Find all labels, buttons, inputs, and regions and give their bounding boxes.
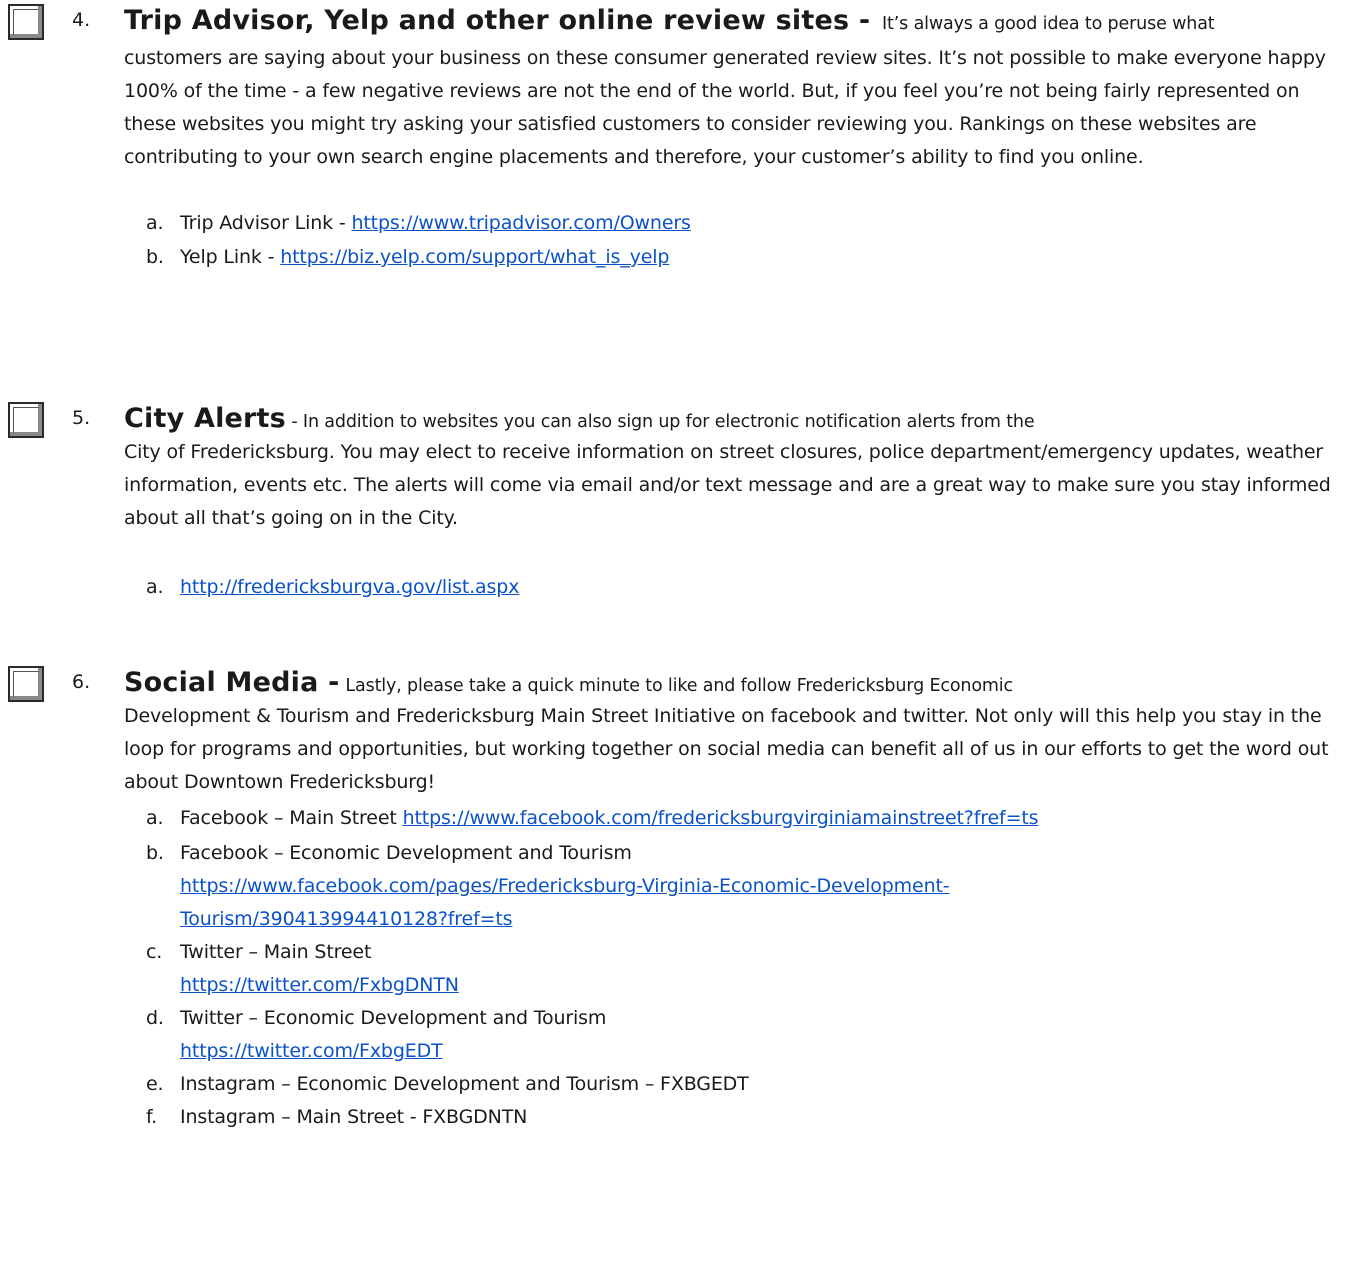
list-item-label: Twitter – Main Street — [180, 941, 372, 963]
list-item: e. Instagram – Economic Development and … — [146, 1073, 749, 1095]
section-heading: City Alerts — [124, 403, 286, 434]
list-item: a. Facebook – Main Street https://www.fa… — [146, 807, 1039, 829]
checkbox-section-6[interactable] — [8, 666, 44, 702]
list-item: b. Facebook – Economic Development and T… — [146, 837, 1350, 936]
section-heading: Social Media - — [124, 667, 340, 698]
city-alerts-link[interactable]: http://fredericksburgva.gov/list.aspx — [180, 576, 519, 598]
facebook-main-street-link[interactable]: https://www.facebook.com/fredericksburgv… — [403, 807, 1039, 829]
list-item-label: Facebook – Economic Development and Tour… — [180, 842, 632, 864]
list-item-label: Instagram – Economic Development and Tou… — [180, 1073, 749, 1095]
section-intro: - In addition to websites you can also s… — [285, 412, 1035, 432]
section-number: 4. — [72, 9, 91, 31]
section-paragraph: City of Fredericksburg. You may elect to… — [124, 441, 1331, 529]
list-item: a. Trip Advisor Link - https://www.tripa… — [146, 212, 691, 234]
document-page: 4. Trip Advisor, Yelp and other online r… — [0, 0, 1359, 1269]
list-item: a. http://fredericksburgva.gov/list.aspx — [146, 576, 520, 598]
list-item-label: Facebook – Main Street — [180, 807, 403, 829]
section-body: Trip Advisor, Yelp and other online revi… — [124, 4, 1346, 41]
list-item-label: Twitter – Economic Development and Touri… — [180, 1007, 607, 1029]
list-item-label: Trip Advisor Link - — [180, 212, 352, 234]
list-item-label: Yelp Link - — [180, 246, 281, 268]
section-intro: Lastly, please take a quick minute to li… — [345, 676, 1013, 696]
section-paragraph: customers are saying about your business… — [124, 47, 1326, 168]
section-intro: It’s always a good idea to peruse what — [882, 14, 1215, 34]
section-number: 5. — [72, 407, 91, 429]
facebook-edt-link-line1[interactable]: https://www.facebook.com/pages/Frederick… — [180, 875, 950, 897]
section-paragraph: Development & Tourism and Fredericksburg… — [124, 705, 1329, 793]
tripadvisor-link[interactable]: https://www.tripadvisor.com/Owners — [351, 212, 690, 234]
checkbox-section-5[interactable] — [8, 402, 44, 438]
list-item: c. Twitter – Main Street https://twitter… — [146, 936, 1350, 1002]
yelp-link[interactable]: https://biz.yelp.com/support/what_is_yel… — [280, 246, 669, 268]
twitter-main-street-link[interactable]: https://twitter.com/FxbgDNTN — [180, 974, 459, 996]
section-heading: Trip Advisor, Yelp and other online revi… — [124, 5, 871, 36]
list-item: f. Instagram – Main Street - FXBGDNTN — [146, 1106, 528, 1128]
list-item-label: Instagram – Main Street - FXBGDNTN — [180, 1106, 528, 1128]
list-item: d. Twitter – Economic Development and To… — [146, 1002, 1350, 1068]
section-number: 6. — [72, 671, 91, 693]
facebook-edt-link-line2[interactable]: Tourism/390413994410128?fref=ts — [180, 908, 513, 930]
list-item: b. Yelp Link - https://biz.yelp.com/supp… — [146, 246, 670, 268]
checkbox-section-4[interactable] — [8, 4, 44, 40]
section-body: Social Media - Lastly, please take a qui… — [124, 666, 1346, 703]
twitter-edt-link[interactable]: https://twitter.com/FxbgEDT — [180, 1040, 443, 1062]
section-body: City Alerts - In addition to websites yo… — [124, 402, 1346, 439]
